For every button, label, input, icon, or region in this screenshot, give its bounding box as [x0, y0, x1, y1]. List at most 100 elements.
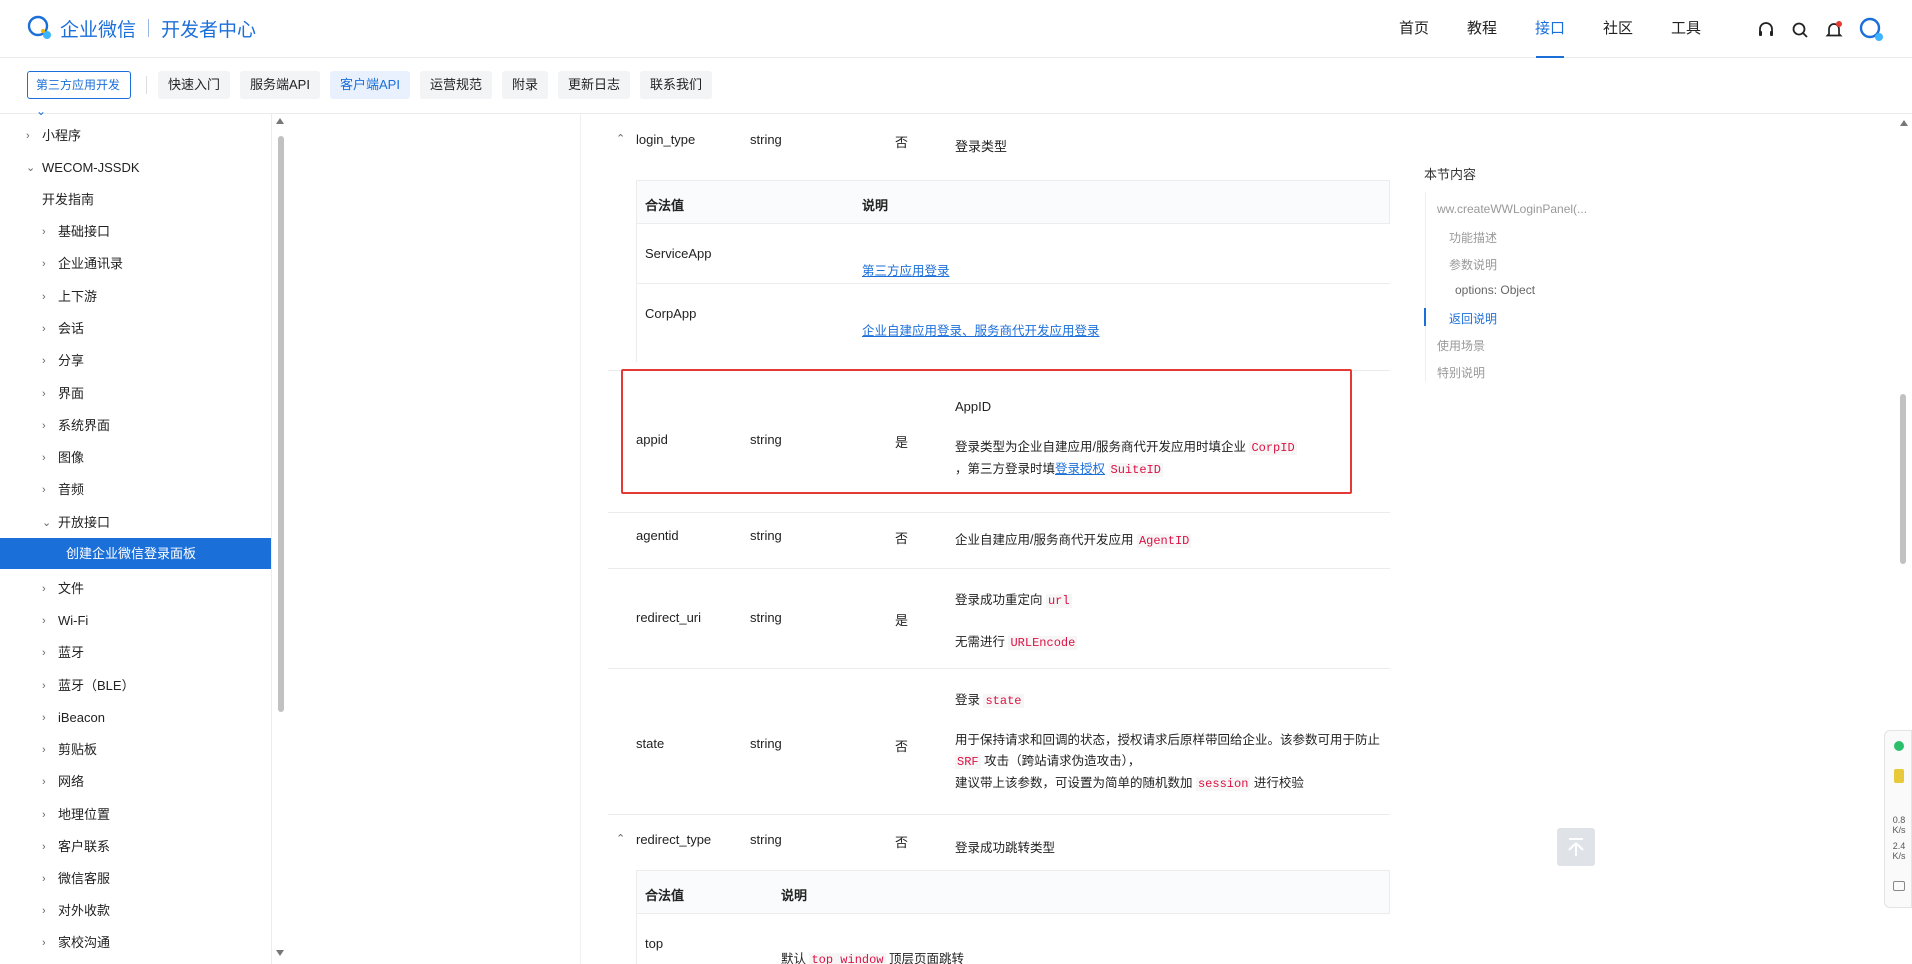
tab-quick-start[interactable]: 快速入门	[158, 71, 231, 99]
sidebar-item[interactable]: › 网络	[0, 766, 271, 798]
sidebar-item-label: 地理位置	[58, 807, 111, 822]
sidebar-item[interactable]: › 企业通讯录	[0, 248, 271, 280]
sidebar-item[interactable]: 创建企业微信登录面板	[0, 538, 271, 569]
chevron-right-icon: ›	[42, 583, 46, 595]
sidebar-item[interactable]: › 界面	[0, 378, 271, 410]
page-scroll-thumb[interactable]	[1900, 394, 1906, 564]
sidebar-item[interactable]: › 分享	[0, 345, 271, 377]
user-avatar-icon[interactable]	[1858, 16, 1886, 44]
toc-item-active[interactable]: 返回说明	[1449, 310, 1497, 327]
header-icons	[1756, 16, 1886, 44]
param-required: 否	[895, 835, 909, 850]
enum-link[interactable]: 服务商代开发应用登录	[975, 324, 1100, 338]
nav-api[interactable]: 接口	[1516, 0, 1584, 58]
sidebar-item[interactable]: › 家校沟通	[0, 927, 271, 959]
inline-code: SRF	[955, 755, 981, 769]
scroll-up-arrow-icon[interactable]	[276, 118, 284, 124]
speed-value: 2.4	[1892, 841, 1906, 851]
sidebar-item[interactable]: › 文件	[0, 573, 271, 605]
tab-operation-rules[interactable]: 运营规范	[419, 71, 492, 99]
toc-item[interactable]: 特别说明	[1437, 364, 1485, 381]
sidebar-item[interactable]: › 客户联系	[0, 831, 271, 863]
tab-appendix[interactable]: 附录	[501, 71, 548, 99]
desc-text: 建议带上该参数，可设置为简单的随机数加	[955, 776, 1196, 790]
sidebar-item[interactable]: ⌄ 开放接口	[0, 507, 271, 539]
sub-nav: 第三方应用开发 ⌄ 快速入门 服务端API 客户端API 运营规范 附录 更新日…	[0, 58, 1912, 118]
sidebar-item[interactable]: › 对外收款	[0, 895, 271, 927]
param-type: string	[750, 132, 782, 147]
sidebar-scroll-thumb[interactable]	[278, 136, 284, 712]
enum-key: top	[645, 936, 664, 951]
sidebar-item[interactable]: › 微信客服	[0, 863, 271, 895]
enum-table-header: 合法值 说明	[637, 181, 1390, 224]
sidebar-item[interactable]: › iBeacon	[0, 702, 271, 734]
tab-changelog[interactable]: 更新日志	[557, 71, 630, 99]
header-valid-value: 合法值	[645, 198, 685, 213]
enum-table-redirect-type: 合法值 说明 top 默认 top window 顶层页面跳转	[636, 870, 1390, 964]
collapse-icon[interactable]: ⌃	[616, 832, 625, 845]
inline-code: top window	[809, 953, 886, 964]
sidebar-item[interactable]: › 蓝牙（BLE）	[0, 670, 271, 702]
search-icon[interactable]	[1790, 20, 1810, 40]
enum-desc: 企业自建应用登录、服务商代开发应用登录	[862, 320, 1100, 339]
bell-icon[interactable]	[1824, 20, 1844, 40]
param-row-state: state string 否 登录 state 用于保持请求和回调的状态，授权请…	[608, 668, 1390, 814]
toc-item[interactable]: 功能描述	[1449, 229, 1497, 246]
sidebar-item-label: 蓝牙	[58, 645, 85, 660]
toc-item[interactable]: ww.createWWLoginPanel(...	[1437, 202, 1587, 216]
sidebar-item[interactable]: ⌄ WECOM-JSSDK	[0, 152, 271, 184]
sidebar-item[interactable]: › 小程序	[0, 120, 271, 152]
sidebar-item[interactable]: 开发指南	[0, 184, 271, 216]
chevron-right-icon: ›	[42, 712, 46, 724]
brand-logo[interactable]: 企业微信 开发者中心	[26, 13, 256, 43]
nav-tools[interactable]: 工具	[1652, 0, 1720, 58]
sidebar-item[interactable]: › 基础接口	[0, 216, 271, 248]
enum-key: CorpApp	[645, 306, 697, 321]
toc-item[interactable]: 使用场景	[1437, 337, 1485, 354]
sidebar-item[interactable]: › 图像	[0, 442, 271, 474]
nav-home[interactable]: 首页	[1380, 0, 1448, 58]
chevron-right-icon: ›	[42, 484, 46, 496]
sidebar-item-label: 家校沟通	[58, 935, 111, 950]
nav-community[interactable]: 社区	[1584, 0, 1652, 58]
sidebar-item[interactable]: › 系统界面	[0, 410, 271, 442]
sidebar-item-label: 微信客服	[58, 871, 111, 886]
inline-code: state	[983, 694, 1024, 708]
sidebar-item-label: 系统界面	[58, 418, 111, 433]
arrow-up-icon	[1568, 838, 1584, 856]
network-monitor-widget[interactable]: 0.8 K/s 2.4 K/s	[1884, 730, 1912, 908]
tab-server-api[interactable]: 服务端API	[240, 71, 320, 99]
status-dot	[1894, 741, 1904, 751]
headset-icon[interactable]	[1756, 20, 1776, 40]
param-type: string	[750, 736, 782, 751]
enum-link[interactable]: 第三方应用登录	[862, 260, 950, 279]
collapse-icon[interactable]: ⌃	[616, 132, 625, 145]
nav-tutorial[interactable]: 教程	[1448, 0, 1516, 58]
scroll-down-arrow-icon[interactable]	[276, 950, 284, 956]
param-desc: 用于保持请求和回调的状态，授权请求后原样带回给企业。该参数可用于防止 SRF 攻…	[955, 730, 1390, 795]
sidebar-item[interactable]: › 上下游	[0, 281, 271, 313]
sidebar-nav: › 小程序 ⌄ WECOM-JSSDK 开发指南 › 基础接口 › 企业通讯录 › 上下游 › 会话 › 分…	[0, 114, 272, 964]
sidebar-item[interactable]: › 地理位置	[0, 799, 271, 831]
param-row-redirect-type: ⌃ redirect_type string 否 登录成功跳转类型	[608, 814, 1390, 855]
category-select[interactable]: 第三方应用开发 ⌄	[27, 71, 131, 118]
page-scroll-up-icon[interactable]	[1900, 120, 1908, 126]
param-required: 是	[895, 613, 909, 628]
enum-link[interactable]: 企业自建应用登录	[862, 324, 962, 338]
param-name: login_type	[636, 132, 696, 147]
toc-item[interactable]: options: Object	[1455, 283, 1535, 297]
sidebar-item[interactable]: › 音频	[0, 474, 271, 506]
sidebar-item-label: 对外收款	[58, 903, 111, 918]
sidebar-item[interactable]: › 会话	[0, 313, 271, 345]
toc-item[interactable]: 参数说明	[1449, 256, 1497, 273]
toc-active-marker	[1424, 308, 1426, 326]
tab-contact[interactable]: 联系我们	[640, 71, 713, 99]
sidebar-item[interactable]: › 剪贴板	[0, 734, 271, 766]
back-to-top-button[interactable]	[1557, 828, 1595, 866]
wecom-logo-icon	[26, 14, 54, 42]
sidebar-item[interactable]: › Wi-Fi	[0, 605, 271, 637]
sidebar-item[interactable]: › 蓝牙	[0, 637, 271, 669]
sidebar-item-label: 音频	[58, 482, 85, 497]
tab-client-api[interactable]: 客户端API	[329, 71, 410, 99]
chevron-right-icon: ›	[26, 130, 30, 142]
